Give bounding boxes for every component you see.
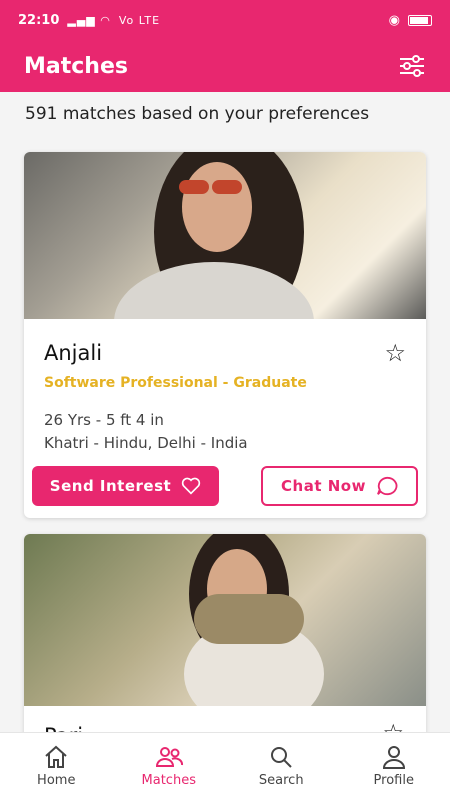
signal-icon: ▂▄▆ ◠ [67, 13, 111, 27]
chat-now-button[interactable]: Chat Now [261, 466, 418, 506]
network-type: Vo LTE [118, 13, 161, 27]
nav-item-home[interactable]: Home [0, 733, 113, 800]
send-interest-label: Send Interest [49, 477, 172, 495]
match-community-location: Khatri - Hindu, Delhi - India [44, 434, 248, 452]
people-icon [155, 747, 183, 767]
star-icon[interactable]: ☆ [382, 719, 404, 732]
nav-label-search: Search [258, 773, 304, 788]
heart-icon [182, 477, 201, 495]
page-title: Matches [24, 53, 128, 79]
nav-label-home: Home [37, 773, 76, 788]
chat-bubble-icon [377, 476, 398, 496]
home-icon [45, 745, 67, 768]
match-card[interactable]: Pari ☆ [24, 534, 426, 732]
match-name: Anjali [44, 341, 103, 365]
app-bar: Matches [0, 40, 450, 92]
chat-now-label: Chat Now [281, 477, 366, 495]
profile-photo[interactable] [24, 152, 426, 319]
matches-count: 591 matches based on your preferences [25, 104, 370, 124]
match-name: Pari [44, 724, 83, 732]
nav-label-matches: Matches [141, 773, 196, 788]
match-age-height: 26 Yrs - 5 ft 4 in [44, 411, 164, 429]
sliders-icon[interactable] [398, 52, 426, 80]
nav-item-matches[interactable]: Matches [113, 733, 226, 800]
lock-icon: ◉ [388, 12, 400, 28]
search-icon [271, 747, 292, 768]
nav-item-profile[interactable]: Profile [338, 733, 450, 800]
status-bar: 22:10 ▂▄▆ ◠ Vo LTE ◉ [0, 0, 450, 40]
battery-icon [408, 14, 432, 26]
send-interest-button[interactable]: Send Interest [32, 466, 219, 506]
star-icon[interactable]: ☆ [384, 339, 406, 367]
match-profession: Software Professional - Graduate [44, 375, 307, 391]
profile-photo[interactable] [24, 534, 426, 706]
matches-list[interactable]: 591 matches based on your preferences An… [0, 92, 450, 732]
person-icon [382, 746, 405, 769]
nav-label-profile: Profile [373, 773, 414, 788]
match-card[interactable]: Anjali ☆ Software Professional - Graduat… [24, 152, 426, 518]
status-time: 22:10 [18, 12, 60, 28]
nav-item-search[interactable]: Search [225, 733, 338, 800]
bottom-nav: Home Matches Search Profile [0, 732, 450, 800]
